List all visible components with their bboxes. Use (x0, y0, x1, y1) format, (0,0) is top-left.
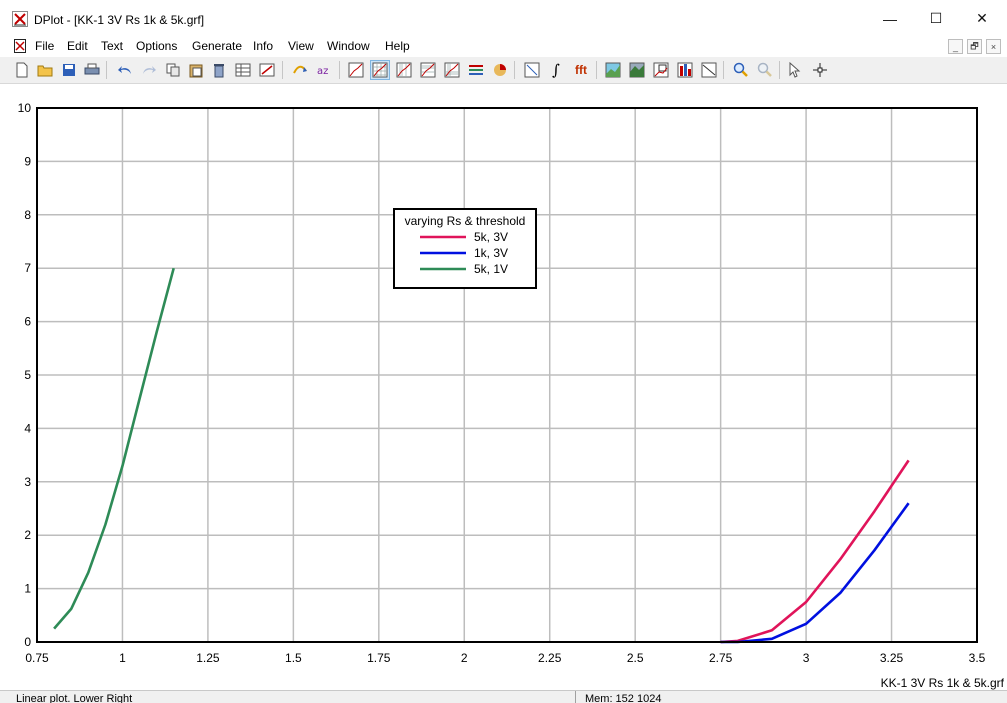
y-tick-label: 9 (24, 154, 31, 168)
y-tick-label: 1 (24, 582, 31, 596)
menu-view[interactable]: View (288, 39, 314, 53)
trend-icon[interactable] (699, 60, 719, 80)
plot-area[interactable]: 0.75 1 1.25 1.5 1.75 2 2.25 2.5 2.75 3 3.25 3.5 0 1 2 3… (0, 84, 1007, 690)
fft-icon[interactable]: fft (570, 60, 592, 80)
y-tick-label: 6 (24, 315, 31, 329)
close-button[interactable]: ✕ (959, 0, 1005, 37)
y-tick-label: 4 (24, 421, 31, 435)
x-tick-label: 1 (119, 651, 126, 665)
redo-icon[interactable] (139, 60, 159, 80)
x-tick-label: 2.75 (709, 651, 733, 665)
bar-chart-icon[interactable] (466, 60, 486, 80)
linear-plot-icon[interactable] (346, 60, 366, 80)
status-divider (575, 691, 576, 703)
dplot-app-icon[interactable] (12, 11, 28, 27)
menu-file[interactable]: File (35, 39, 54, 53)
x-tick-label: 1.25 (196, 651, 220, 665)
waterfall-icon[interactable] (675, 60, 695, 80)
x-tick-label: 3 (803, 651, 810, 665)
line-chart: 0.75 1 1.25 1.5 1.75 2 2.25 2.5 2.75 3 3.25 3.5 0 1 2 3… (18, 101, 1005, 690)
y-tick-label: 3 (24, 475, 31, 489)
legend-title: varying Rs & threshold (405, 214, 526, 228)
menu-text[interactable]: Text (101, 39, 123, 53)
toolbar-separator (339, 61, 340, 79)
document-icon[interactable] (13, 38, 27, 54)
menu-options[interactable]: Options (136, 39, 177, 53)
paste-icon[interactable] (186, 60, 206, 80)
y-tick-label: 2 (24, 528, 31, 542)
contour-icon[interactable] (603, 60, 623, 80)
x-tick-label: 2.5 (627, 651, 644, 665)
toolbar-separator (723, 61, 724, 79)
zoom-window-icon[interactable] (651, 60, 671, 80)
toolbar: az ∫ fft (0, 57, 1007, 84)
menu-generate[interactable]: Generate (192, 39, 242, 53)
grid-plot-icon[interactable] (370, 60, 390, 80)
mdi-close-button[interactable]: × (986, 39, 1001, 54)
file-label: KK-1 3V Rs 1k & 5k.grf (881, 676, 1005, 690)
x-tick-label: 0.75 (25, 651, 49, 665)
copy-icon[interactable] (163, 60, 183, 80)
status-bar: Linear plot. Lower Right Mem: 152 1024 (0, 690, 1007, 703)
edit-table-icon[interactable] (257, 60, 277, 80)
legend-label-2: 5k, 1V (474, 262, 508, 276)
window-title: DPlot - [KK-1 3V Rs 1k & 5k.grf] (34, 13, 205, 27)
x-tick-label: 3.5 (969, 651, 986, 665)
y-tick-label: 10 (18, 101, 32, 115)
new-icon[interactable] (12, 60, 32, 80)
zoom-in-icon[interactable] (731, 60, 751, 80)
undo-icon[interactable] (115, 60, 135, 80)
y-tick-label: 8 (24, 208, 31, 222)
pie-chart-icon[interactable] (490, 60, 510, 80)
pointer-icon[interactable] (786, 60, 806, 80)
toolbar-separator (514, 61, 515, 79)
x-tick-label: 2.25 (538, 651, 562, 665)
translate-icon[interactable] (290, 60, 310, 80)
semilog-x-icon[interactable] (394, 60, 414, 80)
legend-label-1: 1k, 3V (474, 246, 508, 260)
maximize-button[interactable]: ☐ (913, 0, 959, 37)
3d-icon[interactable] (627, 60, 647, 80)
semilog-y-icon[interactable] (418, 60, 438, 80)
mdi-minimize-button[interactable]: _ (948, 39, 963, 54)
save-icon[interactable] (59, 60, 79, 80)
x-tick-label: 1.5 (285, 651, 302, 665)
zoom-out-icon[interactable] (755, 60, 775, 80)
toolbar-separator (596, 61, 597, 79)
title-bar: DPlot - [KK-1 3V Rs 1k & 5k.grf] — ☐ ✕ (0, 0, 1007, 37)
y-tick-label: 7 (24, 261, 31, 275)
edit-data-icon[interactable] (233, 60, 253, 80)
menu-help[interactable]: Help (385, 39, 410, 53)
menu-info[interactable]: Info (253, 39, 273, 53)
x-tick-label: 1.75 (367, 651, 391, 665)
integral-icon[interactable]: ∫ (546, 60, 566, 80)
open-folder-icon[interactable] (35, 60, 55, 80)
crosshair-icon[interactable] (810, 60, 830, 80)
x-tick-label: 2 (461, 651, 468, 665)
menu-edit[interactable]: Edit (67, 39, 88, 53)
minimize-button[interactable]: — (867, 0, 913, 37)
toolbar-separator (779, 61, 780, 79)
print-icon[interactable] (82, 60, 102, 80)
resize-icon[interactable] (522, 60, 542, 80)
toolbar-separator (106, 61, 107, 79)
y-tick-label: 5 (24, 368, 31, 382)
delete-icon[interactable] (209, 60, 229, 80)
menu-window[interactable]: Window (327, 39, 370, 53)
mdi-restore-button[interactable]: 🗗 (967, 39, 982, 54)
az-sort-icon[interactable]: az (314, 60, 334, 80)
x-tick-label: 3.25 (880, 651, 904, 665)
toolbar-separator (282, 61, 283, 79)
log-log-icon[interactable] (442, 60, 462, 80)
svg-text:az: az (317, 66, 328, 77)
menu-bar: File Edit Text Options Generate Info Vie… (0, 37, 1007, 57)
y-tick-label: 0 (24, 635, 31, 649)
legend-label-0: 5k, 3V (474, 230, 508, 244)
